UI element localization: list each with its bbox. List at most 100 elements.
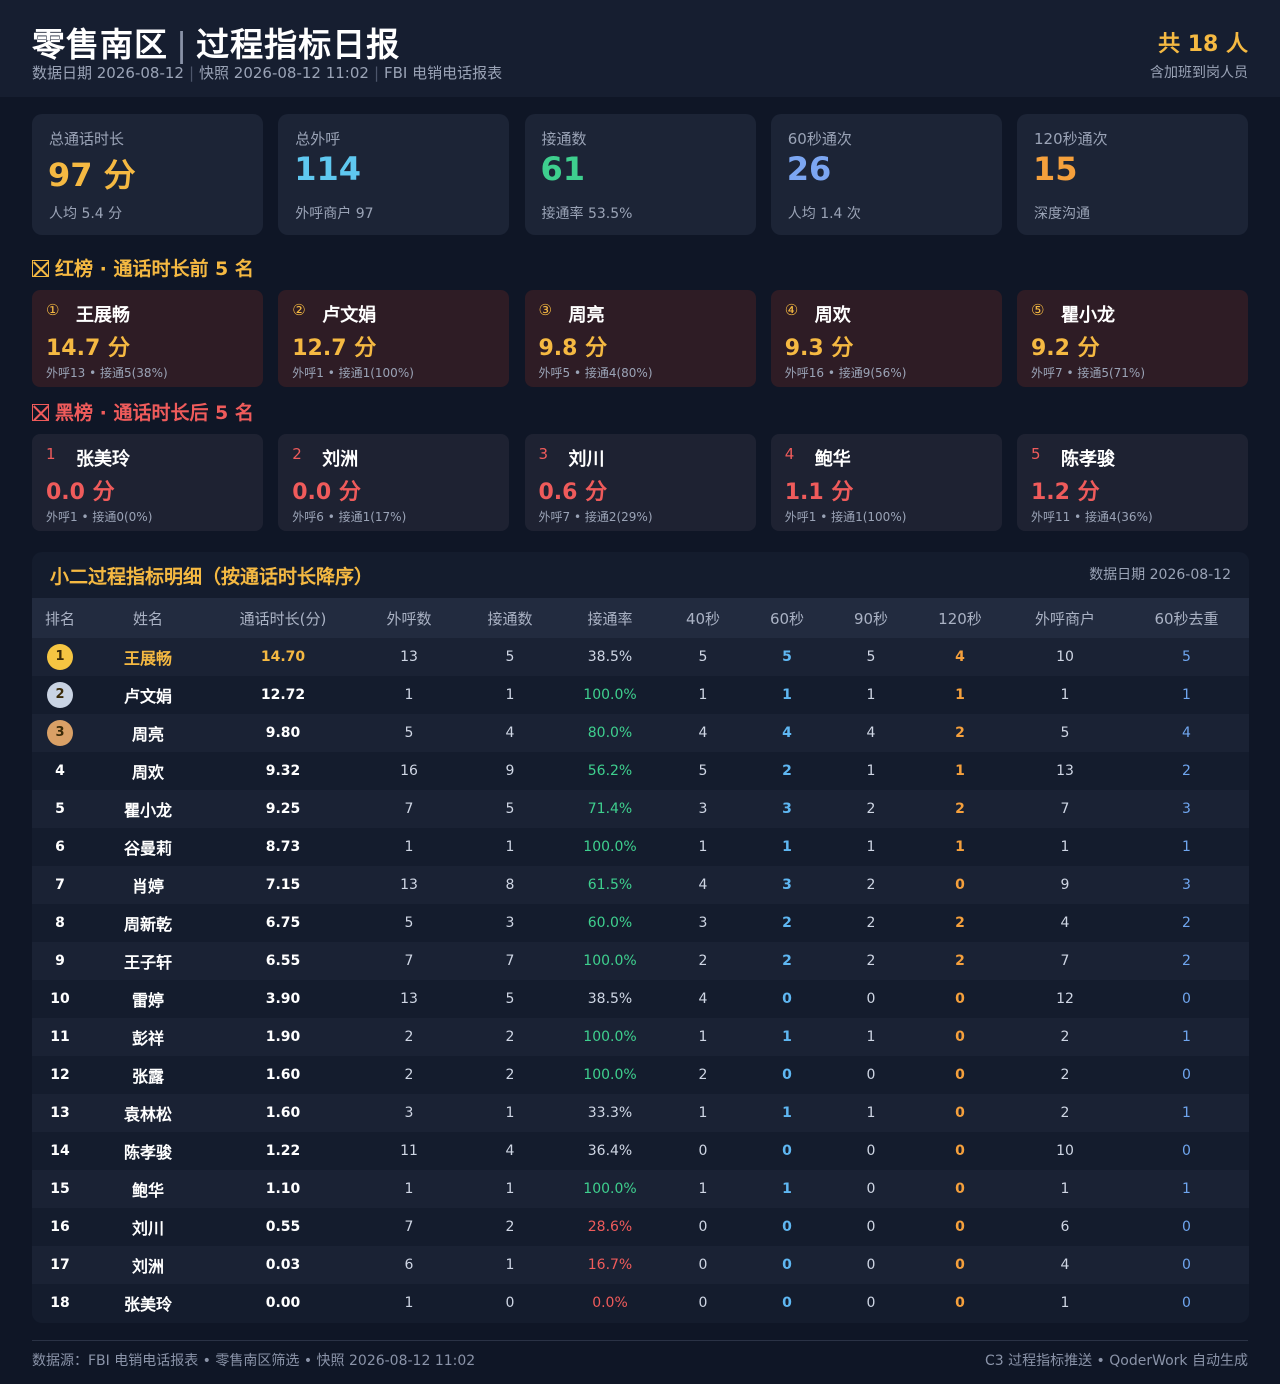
call-stats: 外呼16 • 接通9(56%) (784, 366, 907, 380)
cell-connected: 8 (505, 877, 515, 893)
cell-s120: 2 (955, 953, 965, 969)
column-header-s60-unique: 60秒去重 (1154, 609, 1219, 628)
cell-rank: 5 (55, 801, 65, 817)
cell-s90: 0 (866, 1219, 876, 1235)
cell-s90: 0 (866, 991, 876, 1007)
cell-s120: 1 (955, 687, 965, 703)
cell-s120: 1 (955, 839, 965, 855)
cell-s60: 0 (782, 991, 792, 1007)
rank-medal-icon: 2 (47, 682, 73, 708)
cell-s60-unique: 2 (1182, 915, 1191, 931)
cell-duration: 12.72 (260, 687, 306, 703)
cell-merchants: 13 (1056, 763, 1074, 779)
cell-connect-rate: 38.5% (587, 991, 633, 1007)
person-name: 刘川 (568, 449, 605, 470)
cell-outbound: 2 (404, 1067, 414, 1083)
cell-s60: 0 (782, 1067, 792, 1083)
cell-connect-rate: 36.4% (587, 1143, 633, 1159)
cell-outbound: 13 (400, 877, 418, 893)
cell-outbound: 5 (404, 915, 414, 931)
subtitle-source: FBI 电销电话报表 (384, 64, 503, 82)
table-row: 7 肖婷 7.15 13 8 61.5% 4 3 2 0 9 3 (32, 866, 1249, 904)
cell-s60-unique: 1 (1182, 1181, 1191, 1197)
column-header-s90: 90秒 (853, 609, 889, 628)
cell-duration: 9.80 (265, 725, 301, 741)
title-separator: | (176, 25, 189, 64)
table-row: 10 雷婷 3.90 13 5 38.5% 4 0 0 0 12 0 (32, 980, 1249, 1018)
cell-s120: 4 (955, 649, 965, 665)
rank-badge: ① (46, 301, 60, 319)
cell-connected: 7 (505, 953, 515, 969)
kpi-sub: 人均 5.4 分 (49, 206, 123, 222)
subtitle-date: 数据日期 2026-08-12 (32, 64, 184, 82)
detail-panel: 小二过程指标明细（按通话时长降序） 数据日期 2026-08-12 排名 姓名 通话… (32, 552, 1249, 1323)
cell-merchants: 7 (1060, 801, 1070, 817)
cell-s90: 0 (866, 1295, 876, 1311)
cell-name: 张露 (131, 1067, 164, 1086)
cell-s120: 2 (955, 725, 965, 741)
cell-s120: 0 (955, 1219, 965, 1235)
cell-name: 陈孝骏 (123, 1143, 172, 1162)
rank-badge: 5 (1031, 445, 1041, 463)
cell-name: 周新乾 (123, 915, 172, 934)
cell-rank: 6 (55, 839, 65, 855)
person-name: 鲍华 (814, 449, 851, 470)
kpi-sub: 人均 1.4 次 (787, 206, 861, 222)
kpi-row: 总通话时长 97 分人均 5.4 分 总外呼 114 外呼商户 97 接通数 61 接通率 5… (32, 114, 1248, 235)
cell-s40: 3 (698, 801, 708, 817)
cell-duration: 9.32 (265, 763, 301, 779)
cell-s60-unique: 3 (1182, 801, 1191, 817)
cell-outbound: 1 (404, 1295, 414, 1311)
box-x-icon (32, 404, 49, 421)
cell-s90: 5 (866, 649, 876, 665)
cell-s90: 1 (866, 763, 876, 779)
table-row: 8 周新乾 6.75 5 3 60.0% 3 2 2 2 4 2 (32, 904, 1249, 942)
cell-duration: 1.60 (265, 1105, 301, 1121)
kpi-sub: 接通率 53.5% (541, 206, 633, 222)
cell-connect-rate: 100.0% (583, 687, 637, 703)
cell-s60: 2 (782, 953, 792, 969)
cell-connect-rate: 100.0% (583, 1029, 637, 1045)
person-name: 陈孝骏 (1061, 449, 1115, 470)
page-title: 零售南区 | 过程指标日报 (32, 18, 400, 66)
cell-duration: 0.03 (265, 1257, 301, 1273)
column-header-merchants: 外呼商户 (1034, 609, 1095, 628)
cell-s40: 1 (698, 687, 708, 703)
cell-duration: 14.70 (260, 649, 306, 665)
cell-connected: 0 (505, 1295, 515, 1311)
black-board-card: 5 陈孝骏 1.2 分外呼11 • 接通4(36%) (1017, 434, 1248, 531)
cell-s60: 2 (782, 915, 792, 931)
rank-medal-icon: 1 (47, 644, 73, 670)
table-row: 1 王展畅 14.70 13 5 38.5% 5 5 5 4 10 5 (32, 638, 1249, 676)
cell-connected: 4 (505, 725, 515, 741)
cell-connected: 1 (505, 687, 515, 703)
cell-connect-rate: 61.5% (587, 877, 633, 893)
kpi-label: 接通数 (541, 130, 587, 148)
cell-s120: 0 (955, 1257, 965, 1273)
cell-s90: 0 (866, 1257, 876, 1273)
cell-duration: 7.15 (265, 877, 301, 893)
cell-merchants: 10 (1056, 649, 1074, 665)
cell-connect-rate: 0.0% (592, 1295, 628, 1311)
table-row: 5 瞿小龙 9.25 7 5 71.4% 3 3 2 2 7 3 (32, 790, 1249, 828)
detail-title: 小二过程指标明细（按通话时长降序） (50, 566, 374, 588)
cell-merchants: 9 (1060, 877, 1070, 893)
cell-connect-rate: 38.5% (587, 649, 633, 665)
kpi-label: 120秒通次 (1034, 130, 1108, 148)
column-header-s120: 120秒 (938, 609, 982, 628)
cell-rank: 13 (50, 1105, 70, 1121)
cell-s40: 3 (698, 915, 708, 931)
cell-merchants: 2 (1060, 1105, 1070, 1121)
header: 零售南区 | 过程指标日报 数据日期 2026-08-12 | 快照 2026-08-1… (0, 0, 1280, 97)
cell-connected: 9 (505, 763, 515, 779)
call-stats: 外呼11 • 接通4(36%) (1031, 510, 1153, 524)
talk-duration: 1.1 分 (784, 480, 854, 505)
cell-outbound: 11 (400, 1143, 418, 1159)
cell-s120: 0 (955, 1181, 965, 1197)
cell-s40: 5 (698, 763, 708, 779)
subtitle-divider: | (188, 64, 195, 82)
person-name: 周欢 (814, 305, 851, 326)
column-header-connect-rate: 接通率 (587, 609, 633, 628)
kpi-sub: 深度沟通 (1034, 206, 1090, 222)
red-board-card: ③ 周亮 9.8 分外呼5 • 接通4(80%) (524, 290, 756, 387)
